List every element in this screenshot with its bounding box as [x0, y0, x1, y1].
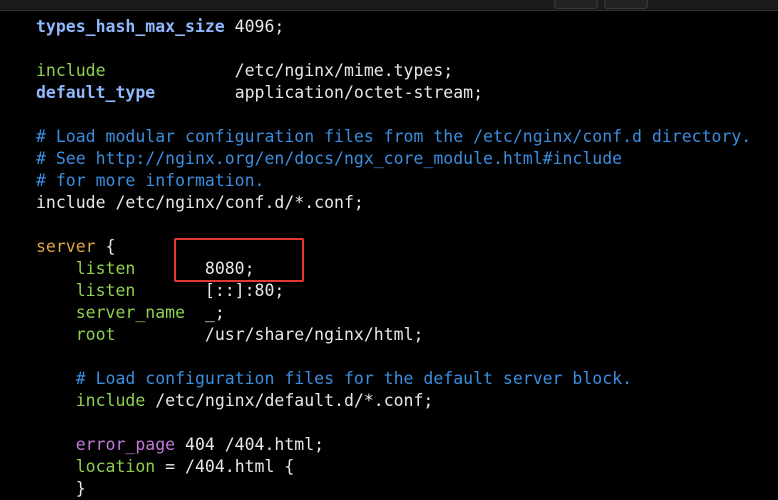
code-editor[interactable]: types_hash_max_size 4096; include /etc/n… — [0, 11, 778, 499]
code-token: { — [95, 237, 116, 256]
code-token: # See http://nginx.org/en/docs/ngx_core_… — [36, 149, 623, 168]
code-token: types_hash_max_size — [36, 17, 225, 36]
code-token: application/octet-stream; — [155, 83, 484, 102]
code-token: } — [36, 479, 86, 498]
code-token: include — [36, 61, 106, 80]
code-token: # Load configuration files for the defau… — [36, 369, 633, 388]
code-token: = /404.html { — [155, 457, 295, 476]
code-line: # Load modular configuration files from … — [36, 126, 751, 148]
code-token: location — [36, 457, 156, 476]
code-token: /usr/share/nginx/html; — [115, 325, 424, 344]
code-line: listen [::]:80; — [36, 280, 285, 302]
code-token: 4096; — [224, 17, 285, 36]
code-token: server — [36, 237, 96, 256]
code-line: include /etc/nginx/conf.d/*.conf; — [36, 192, 364, 214]
code-line: include /etc/nginx/default.d/*.conf; — [36, 390, 434, 412]
code-token: listen — [36, 281, 136, 300]
code-token: root — [36, 325, 116, 344]
code-token: [::]:80; — [135, 281, 285, 300]
code-token: /etc/nginx/conf.d/*.conf; — [105, 193, 364, 212]
code-token: default_type — [36, 83, 156, 102]
code-line: server_name _; — [36, 302, 225, 324]
code-token: /etc/nginx/mime.types; — [105, 61, 454, 80]
code-line: # See http://nginx.org/en/docs/ngx_core_… — [36, 148, 622, 170]
code-line: } — [36, 478, 86, 500]
code-token: include — [36, 193, 106, 212]
window-top-bar — [0, 0, 778, 11]
code-token: 404 /404.html; — [175, 435, 325, 454]
code-line: error_page 404 /404.html; — [36, 434, 324, 456]
code-line: # for more information. — [36, 170, 264, 192]
toolbar-button[interactable] — [604, 0, 648, 9]
highlight-annotation-box — [174, 238, 304, 282]
code-token: # Load modular configuration files from … — [36, 127, 752, 146]
code-line: include /etc/nginx/mime.types; — [36, 60, 453, 82]
code-token: /etc/nginx/default.d/*.conf; — [145, 391, 434, 410]
toolbar-button[interactable] — [554, 0, 598, 9]
code-line: # Load configuration files for the defau… — [36, 368, 632, 390]
code-token: server_name — [36, 303, 186, 322]
code-line: server { — [36, 236, 115, 258]
code-token: include — [36, 391, 146, 410]
code-line: default_type application/octet-stream; — [36, 82, 483, 104]
code-token: _; — [185, 303, 225, 322]
code-line: root /usr/share/nginx/html; — [36, 324, 424, 346]
code-line: location = /404.html { — [36, 456, 295, 478]
code-token: error_page — [36, 435, 176, 454]
code-token: # for more information. — [36, 171, 265, 190]
code-line: types_hash_max_size 4096; — [36, 16, 284, 38]
code-token: listen — [36, 259, 136, 278]
